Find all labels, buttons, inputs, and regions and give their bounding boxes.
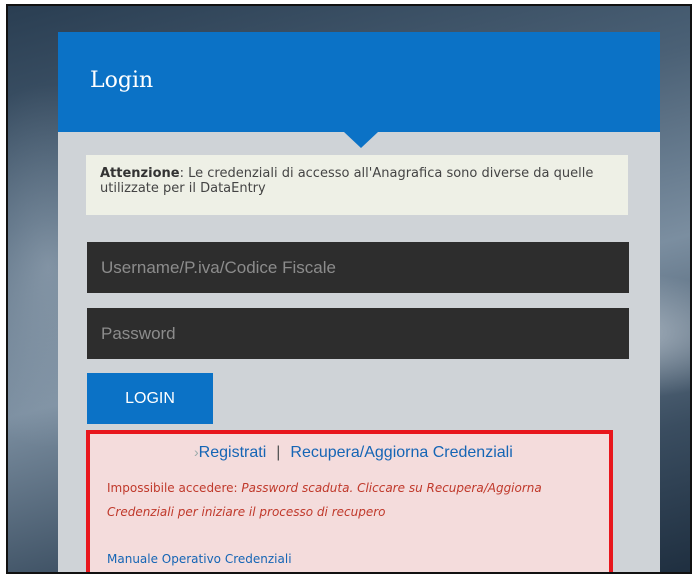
manual-link[interactable]: Manuale Operativo Credenziali [107,552,292,566]
error-message: Impossibile accedere: Password scaduta. … [107,476,607,524]
username-placeholder: Username/P.iva/Codice Fiscale [101,258,336,277]
error-prefix: Impossibile accedere: [107,481,242,495]
notice-label: Attenzione [100,166,180,181]
login-header: Login [58,32,660,132]
header-arrow [344,132,378,148]
register-link[interactable]: Registrati [199,444,267,461]
password-placeholder: Password [101,324,176,343]
password-input[interactable]: Password [87,308,629,359]
links-row: ›Registrati | Recupera/Aggiorna Credenzial… [194,444,513,462]
login-button[interactable]: LOGIN [87,373,213,424]
notice-box: Attenzione: Le credenziali di accesso al… [86,155,628,215]
link-separator: | [276,444,281,461]
screenshot-frame: Login Attenzione: Le credenziali di acce… [6,4,692,574]
username-input[interactable]: Username/P.iva/Codice Fiscale [87,242,629,293]
login-title: Login [90,68,154,93]
error-box: ›Registrati | Recupera/Aggiorna Credenzial… [86,430,613,572]
recover-credentials-link[interactable]: Recupera/Aggiorna Credenziali [290,444,512,461]
